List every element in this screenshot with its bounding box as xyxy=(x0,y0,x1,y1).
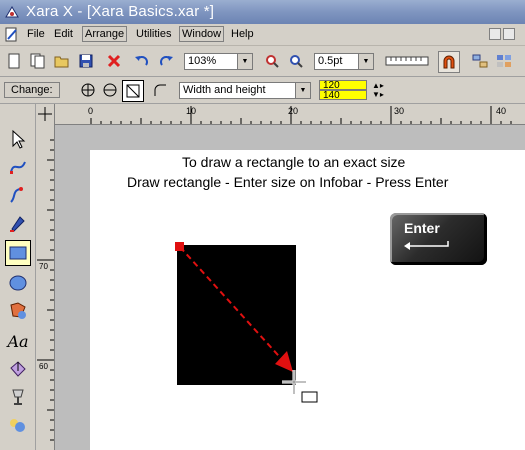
horizontal-ruler[interactable]: 0 10 20 30 40 xyxy=(36,104,525,125)
ruler-label: 30 xyxy=(394,106,405,116)
document-icon[interactable] xyxy=(4,27,20,43)
fill-tool-icon[interactable] xyxy=(5,356,31,382)
menu-help[interactable]: Help xyxy=(231,28,254,40)
text-tool-icon[interactable]: Aa xyxy=(5,328,31,354)
save-icon[interactable] xyxy=(76,51,96,71)
minimize-icon[interactable] xyxy=(489,28,501,40)
shape-editor-tool-icon[interactable] xyxy=(5,154,31,180)
menu-file[interactable]: File xyxy=(27,28,45,40)
ruler-label: 0 xyxy=(88,106,94,116)
height-field[interactable]: 140 xyxy=(319,90,367,101)
mdi-controls xyxy=(489,28,521,42)
chevron-down-icon[interactable]: ▼ xyxy=(295,83,310,98)
instruction-line-2: Draw rectangle - Enter size on Infobar -… xyxy=(127,174,449,190)
gallery-layers-icon[interactable] xyxy=(470,51,490,71)
zoom-value: 103% xyxy=(188,55,217,67)
ruler-toggle-icon[interactable] xyxy=(384,51,430,71)
window-title: Xara X - [Xara Basics.xar *] xyxy=(26,3,215,20)
zoom-drawing-icon[interactable] xyxy=(286,51,306,71)
infobar: Change: Width and height ▼ 120 140 ▲▸ ▼▸ xyxy=(0,77,525,104)
blend-tool-icon[interactable] xyxy=(5,412,31,438)
document-page[interactable]: To draw a rectangle to an exact size Dra… xyxy=(90,150,525,450)
open-folder-icon[interactable] xyxy=(52,51,72,71)
pen-tool-icon[interactable] xyxy=(5,210,31,236)
width-field[interactable]: 120 xyxy=(319,80,367,91)
curved-corners-icon[interactable] xyxy=(150,80,170,100)
ruler-label: 60 xyxy=(39,362,48,371)
corner-to-corner-icon[interactable] xyxy=(122,80,144,102)
enter-key-label: Enter xyxy=(404,220,440,236)
main-toolbar: 103% ▼ 0.5pt ▼ xyxy=(0,46,525,77)
delete-icon[interactable] xyxy=(104,51,124,71)
ruler-label: 40 xyxy=(496,106,507,116)
freehand-tool-icon[interactable] xyxy=(5,182,31,208)
transparency-tool-icon[interactable] xyxy=(5,384,31,410)
menu-bar: File Edit Arrange Utilities Window Help xyxy=(0,24,525,46)
toolbox: Aa xyxy=(0,104,36,450)
ruler-label: 20 xyxy=(288,106,299,116)
ruler-origin[interactable] xyxy=(36,104,55,125)
arrow-up-icon[interactable]: ▲▸ xyxy=(372,81,384,90)
scale-mode-value: Width and height xyxy=(183,84,266,96)
snap-magnet-icon[interactable] xyxy=(438,51,460,73)
app-icon xyxy=(4,4,20,20)
ruler-label: 70 xyxy=(39,262,48,271)
menu-arrange[interactable]: Arrange xyxy=(82,26,128,42)
change-label: Change: xyxy=(4,82,60,98)
chevron-down-icon[interactable]: ▼ xyxy=(237,54,252,69)
ruler-label: 10 xyxy=(186,106,197,116)
line-width-dropdown[interactable]: 0.5pt ▼ xyxy=(314,53,374,70)
menu-utilities[interactable]: Utilities xyxy=(136,28,171,40)
gallery-colours-icon[interactable] xyxy=(494,51,514,71)
close-icon[interactable] xyxy=(503,28,515,40)
undo-icon[interactable] xyxy=(132,51,152,71)
vertical-ruler[interactable]: 70 60 xyxy=(36,124,55,450)
corner-center-icon[interactable] xyxy=(78,80,98,100)
chevron-down-icon[interactable]: ▼ xyxy=(358,54,373,69)
crosshair-cursor-icon xyxy=(282,370,318,403)
arrow-down-icon[interactable]: ▼▸ xyxy=(372,90,384,99)
instruction-line-1: To draw a rectangle to an exact size xyxy=(182,154,406,170)
selector-tool-icon[interactable] xyxy=(5,126,31,152)
edge-center-icon[interactable] xyxy=(100,80,120,100)
title-bar[interactable]: Xara X - [Xara Basics.xar *] xyxy=(0,0,525,24)
enter-key-illustration: Enter xyxy=(390,213,487,265)
zoom-dropdown[interactable]: 103% ▼ xyxy=(184,53,253,70)
menu-edit[interactable]: Edit xyxy=(54,28,73,40)
new-document-icon[interactable] xyxy=(4,51,24,71)
line-width-value: 0.5pt xyxy=(318,55,343,67)
menu-window[interactable]: Window xyxy=(179,26,225,42)
quickshape-tool-icon[interactable] xyxy=(5,298,31,324)
scale-mode-dropdown[interactable]: Width and height ▼ xyxy=(179,82,311,99)
zoom-previous-icon[interactable] xyxy=(262,51,282,71)
return-arrow-icon xyxy=(404,241,449,250)
rectangle-tool-icon[interactable] xyxy=(5,240,31,266)
new-from-template-icon[interactable] xyxy=(28,51,48,71)
redo-icon[interactable] xyxy=(156,51,176,71)
size-spinner[interactable]: ▲▸ ▼▸ xyxy=(372,81,384,99)
ellipse-tool-icon[interactable] xyxy=(5,270,31,296)
